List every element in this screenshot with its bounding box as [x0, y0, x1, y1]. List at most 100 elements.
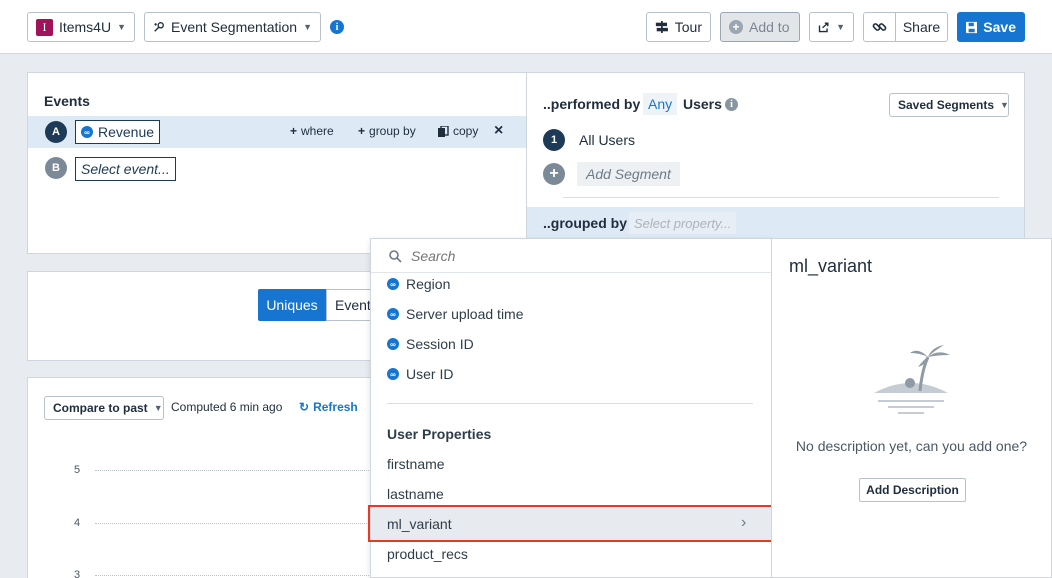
- divider: [387, 403, 753, 404]
- saved-segments-button[interactable]: Saved Segments ▼: [889, 93, 1009, 117]
- copy-button[interactable]: copy: [438, 124, 478, 138]
- compare-label: Compare to past: [53, 401, 148, 415]
- export-button[interactable]: ▼: [809, 12, 854, 42]
- list-item-label: Session ID: [406, 336, 474, 352]
- link-icon: [872, 22, 887, 31]
- gridline: [95, 470, 375, 471]
- performed-by-label: ..performed by: [543, 96, 641, 112]
- refresh-icon: ↻: [299, 400, 310, 414]
- gridline: [95, 523, 375, 524]
- property-icon: ∞: [387, 368, 399, 380]
- save-label: Save: [983, 19, 1016, 35]
- event-selector[interactable]: ∞ Revenue: [75, 120, 161, 144]
- list-item-label: Server upload time: [406, 306, 524, 322]
- search-icon: [389, 250, 402, 263]
- refresh-label: Refresh: [313, 400, 358, 414]
- chevron-down-icon: ▼: [153, 403, 163, 413]
- chart-type-label: Event Segmentation: [170, 19, 298, 35]
- segmentation-icon: [154, 22, 164, 32]
- any-selector[interactable]: Any: [643, 93, 678, 115]
- plus-icon: +: [290, 124, 298, 138]
- event-icon: ∞: [81, 126, 93, 138]
- tour-label: Tour: [674, 19, 702, 35]
- list-item[interactable]: ∞ Session ID: [387, 336, 474, 352]
- property-icon: ∞: [387, 338, 399, 350]
- group-by-label: group by: [369, 124, 416, 138]
- detail-description: No description yet, can you add one?: [795, 438, 1028, 454]
- events-title: Events: [44, 93, 90, 109]
- list-item[interactable]: firstname: [387, 456, 445, 472]
- y-tick-label: 5: [74, 464, 81, 476]
- events-panel: Events A ∞ Revenue + where + group by copy…: [27, 72, 527, 254]
- segment-number: 1: [543, 129, 565, 151]
- list-item[interactable]: ∞ Server upload time: [387, 306, 524, 322]
- island-illustration-icon: [874, 345, 950, 414]
- info-icon[interactable]: i: [725, 98, 738, 111]
- project-name: Items4U: [58, 19, 112, 35]
- add-to-button[interactable]: + Add to: [720, 12, 800, 42]
- plus-icon[interactable]: +: [543, 163, 565, 185]
- refresh-button[interactable]: ↻ Refresh: [299, 400, 358, 414]
- info-icon[interactable]: i: [330, 20, 344, 34]
- save-button[interactable]: Save: [957, 12, 1025, 42]
- close-icon[interactable]: ×: [494, 122, 503, 140]
- y-tick-label: 4: [74, 517, 81, 529]
- list-item-label: Region: [406, 276, 451, 292]
- chart-type-selector[interactable]: Event Segmentation ▼: [144, 12, 321, 42]
- event-badge: A: [45, 121, 67, 143]
- project-selector[interactable]: I Items4U ▼: [27, 12, 135, 42]
- group-by-button[interactable]: + group by: [358, 124, 416, 138]
- share-label: Share: [902, 19, 941, 35]
- chevron-down-icon: ▼: [836, 22, 845, 32]
- compare-to-past-button[interactable]: Compare to past ▼: [44, 396, 164, 420]
- chevron-down-icon: ▼: [1000, 100, 1009, 110]
- event-row-a[interactable]: A ∞ Revenue + where + group by copy ×: [28, 116, 526, 148]
- export-icon: [818, 22, 829, 33]
- chevron-down-icon: ▼: [303, 22, 312, 32]
- add-segment-button[interactable]: Add Segment: [577, 162, 680, 186]
- property-icon: ∞: [387, 308, 399, 320]
- event-name: Revenue: [98, 124, 155, 140]
- select-event-input[interactable]: Select event...: [75, 157, 176, 181]
- search-input[interactable]: [411, 245, 751, 267]
- saved-segments-label: Saved Segments: [898, 98, 995, 112]
- floppy-disk-icon: [966, 21, 978, 33]
- property-icon: ∞: [387, 278, 399, 290]
- search-bar: [371, 239, 771, 273]
- copy-label: copy: [453, 124, 479, 138]
- top-toolbar: I Items4U ▼ Event Segmentation ▼ i Tour …: [0, 0, 1052, 54]
- add-description-button[interactable]: Add Description: [859, 478, 966, 502]
- list-item-label: lastname: [387, 486, 444, 502]
- project-badge: I: [36, 18, 53, 36]
- list-item[interactable]: ∞ User ID: [387, 366, 453, 382]
- grouped-by-row: ..grouped by Select property...: [527, 207, 1024, 239]
- computed-status: Computed 6 min ago: [171, 400, 283, 414]
- segments-panel: ..performed by Any Users i Saved Segment…: [526, 72, 1025, 254]
- list-item[interactable]: lastname: [387, 486, 444, 502]
- list-item-label: firstname: [387, 456, 445, 472]
- share-button[interactable]: Share: [895, 12, 948, 42]
- plus-circle-icon: +: [729, 20, 743, 34]
- list-item-label: product_recs: [387, 546, 468, 562]
- event-badge: B: [45, 157, 67, 179]
- uniques-tab[interactable]: Uniques: [258, 289, 326, 321]
- divider: [563, 197, 999, 198]
- copy-icon: [438, 125, 449, 137]
- segment-label[interactable]: All Users: [579, 132, 635, 148]
- list-item[interactable]: ∞ Region: [387, 276, 450, 292]
- list-item[interactable]: product_recs: [387, 546, 468, 562]
- copy-link-button[interactable]: [863, 12, 896, 42]
- tour-button[interactable]: Tour: [646, 12, 711, 42]
- signpost-icon: [655, 20, 668, 34]
- where-label: where: [301, 124, 334, 138]
- property-detail-panel: ml_variant No description yet, can you a…: [771, 238, 1052, 578]
- detail-title: ml_variant: [789, 256, 873, 276]
- grouped-by-label: ..grouped by: [543, 215, 627, 231]
- add-to-label: Add to: [749, 19, 790, 35]
- chevron-down-icon: ▼: [117, 22, 126, 32]
- user-properties-title: User Properties: [387, 426, 492, 442]
- where-button[interactable]: + where: [290, 124, 334, 138]
- y-tick-label: 3: [74, 569, 81, 578]
- select-property-input[interactable]: Select property...: [629, 212, 737, 234]
- users-label: Users: [683, 96, 722, 112]
